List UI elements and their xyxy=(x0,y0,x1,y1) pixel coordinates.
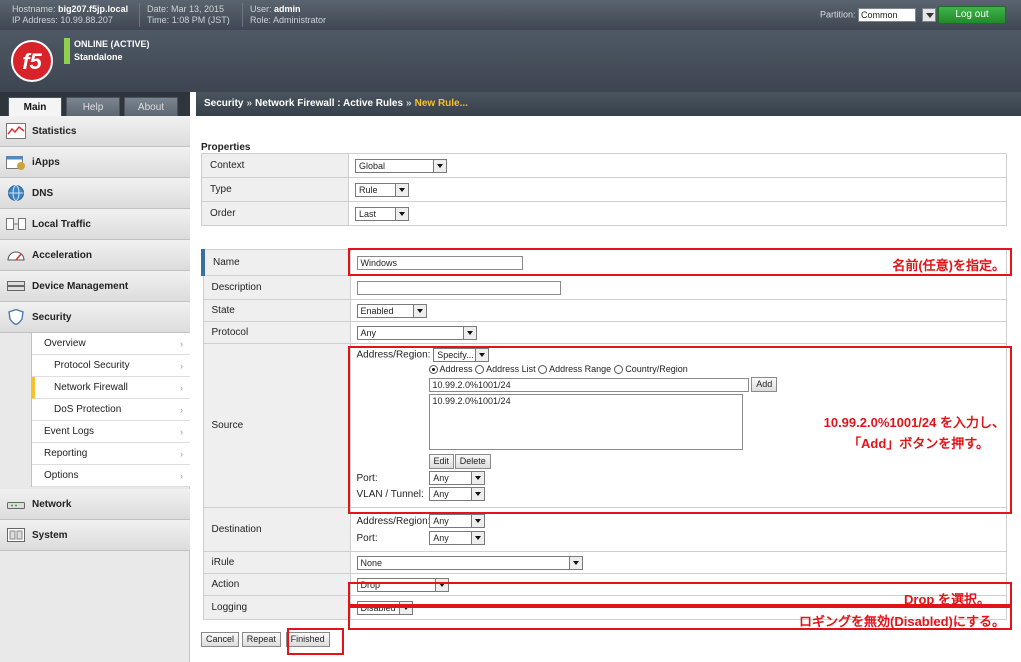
breadcrumb-active-rules[interactable]: Network Firewall : Active Rules xyxy=(255,98,403,109)
type-select[interactable]: Rule xyxy=(355,182,409,197)
date-info: Date: Mar 13, 2015 Time: 1:08 PM (JST) xyxy=(147,4,230,25)
annotation-source-line1: 10.99.2.0%1001/24 を入力し、 xyxy=(823,415,1005,430)
description-input[interactable] xyxy=(356,280,561,295)
iapps-icon xyxy=(6,156,25,170)
user-info: User: admin Role: Administrator xyxy=(250,4,327,25)
order-label: Order xyxy=(201,201,349,226)
chevron-down-icon[interactable] xyxy=(922,8,937,22)
sidebar-item-acceleration[interactable]: Acceleration xyxy=(0,240,190,271)
state-label: State xyxy=(202,299,351,322)
sidebar-item-local-traffic[interactable]: Local Traffic xyxy=(0,209,190,240)
f5-logo: f5 xyxy=(11,40,53,82)
subnav-overview[interactable]: Overview › xyxy=(32,333,190,355)
tab-help[interactable]: Help xyxy=(66,97,120,116)
subnav-reporting[interactable]: Reporting › xyxy=(32,443,190,465)
protocol-label: Protocol xyxy=(202,321,351,344)
chevron-right-icon: › xyxy=(180,427,183,437)
host-info: Hostname: big207.f5jp.local IP Address: … xyxy=(12,4,129,25)
chevron-right-icon: › xyxy=(180,405,183,415)
dest-address-region-select[interactable]: Any xyxy=(429,514,486,528)
logging-label: Logging xyxy=(202,595,351,620)
chevron-down-icon xyxy=(395,182,409,197)
chevron-down-icon xyxy=(568,555,583,570)
partition-select[interactable]: Common xyxy=(858,8,917,22)
chevron-down-icon xyxy=(462,325,477,340)
chevron-down-icon xyxy=(471,531,486,545)
chevron-right-icon: › xyxy=(180,471,183,481)
chevron-down-icon xyxy=(395,206,409,221)
breadcrumb-current: New Rule... xyxy=(414,98,468,109)
tab-main[interactable]: Main xyxy=(8,97,62,116)
device-icon xyxy=(7,281,25,291)
speedometer-icon xyxy=(7,251,25,261)
dest-port-label: Port: xyxy=(356,532,378,544)
sidebar-item-device-management[interactable]: Device Management xyxy=(0,271,190,302)
chevron-down-icon xyxy=(412,303,427,318)
annotation-box-finished xyxy=(287,628,344,655)
subnav-event-logs[interactable]: Event Logs › xyxy=(32,421,190,443)
header-band xyxy=(0,30,1021,92)
context-select[interactable]: Global xyxy=(355,158,447,173)
sidebar-item-iapps[interactable]: iApps xyxy=(0,147,190,178)
annotation-logging: ロギングを無効(Disabled)にする。 xyxy=(799,614,1005,629)
chevron-down-icon xyxy=(471,514,486,528)
cancel-button[interactable]: Cancel xyxy=(201,632,240,647)
local-traffic-icon xyxy=(6,218,26,230)
sidebar-item-dns[interactable]: DNS xyxy=(0,178,190,209)
dest-address-region-label: Address/Region: xyxy=(356,515,431,527)
dest-port-select[interactable]: Any xyxy=(429,531,486,545)
sidebar-item-security[interactable]: Security xyxy=(0,302,190,333)
logout-button[interactable]: Log out xyxy=(938,6,1006,24)
type-label: Type xyxy=(201,177,349,202)
sidebar-item-statistics[interactable]: Statistics xyxy=(0,116,190,147)
subnav-protocol-security[interactable]: Protocol Security › xyxy=(32,355,190,377)
order-select[interactable]: Last xyxy=(355,206,409,221)
annotation-name: 名前(任意)を指定。 xyxy=(892,258,1005,273)
top-status-bar: Hostname: big207.f5jp.local IP Address: … xyxy=(0,0,1021,30)
sidebar-item-network[interactable]: Network xyxy=(0,489,190,520)
security-submenu: Overview › Protocol Security › Network Fir… xyxy=(31,333,190,487)
partition-selector: Partition: Common xyxy=(820,8,937,22)
subnav-network-firewall[interactable]: Network Firewall › xyxy=(32,377,190,399)
properties-table: Context Global Type Rule Order Last xyxy=(201,153,1007,226)
destination-label: Destination xyxy=(202,507,351,552)
description-label: Description xyxy=(202,275,351,300)
irule-select[interactable]: None xyxy=(356,555,583,570)
irule-label: iRule xyxy=(202,551,351,574)
context-label: Context xyxy=(201,153,349,178)
protocol-select[interactable]: Any xyxy=(356,325,477,340)
source-label: Source xyxy=(202,343,351,508)
tab-about[interactable]: About xyxy=(124,97,178,116)
chevron-down-icon xyxy=(433,158,447,173)
subnav-options[interactable]: Options › xyxy=(32,465,190,487)
system-icon xyxy=(7,528,25,542)
shield-icon xyxy=(8,309,24,325)
subnav-dos-protection[interactable]: DoS Protection › xyxy=(32,399,190,421)
main-tabs: Main Help About xyxy=(0,92,190,116)
state-select[interactable]: Enabled xyxy=(356,303,427,318)
chevron-right-icon: › xyxy=(180,383,183,393)
repeat-button[interactable]: Repeat xyxy=(241,632,281,647)
statistics-icon xyxy=(6,123,26,139)
breadcrumb: Security» Network Firewall : Active Rules… xyxy=(196,92,1021,116)
globe-icon xyxy=(8,185,24,201)
system-status: ONLINE (ACTIVE) Standalone xyxy=(64,38,150,64)
properties-title: Properties xyxy=(201,142,251,153)
annotation-source-line2: 「Add」ボタンを押す。 xyxy=(848,436,989,451)
chevron-right-icon: › xyxy=(180,339,183,349)
sidebar-item-system[interactable]: System xyxy=(0,520,190,551)
chevron-right-icon: › xyxy=(180,449,183,459)
network-icon xyxy=(7,502,25,509)
action-label: Action xyxy=(202,573,351,596)
name-label: Name xyxy=(201,249,351,276)
chevron-right-icon: › xyxy=(180,361,183,371)
sidebar: Statistics iApps DNS Local Traffic Accel… xyxy=(0,116,190,662)
breadcrumb-security[interactable]: Security xyxy=(204,98,243,109)
